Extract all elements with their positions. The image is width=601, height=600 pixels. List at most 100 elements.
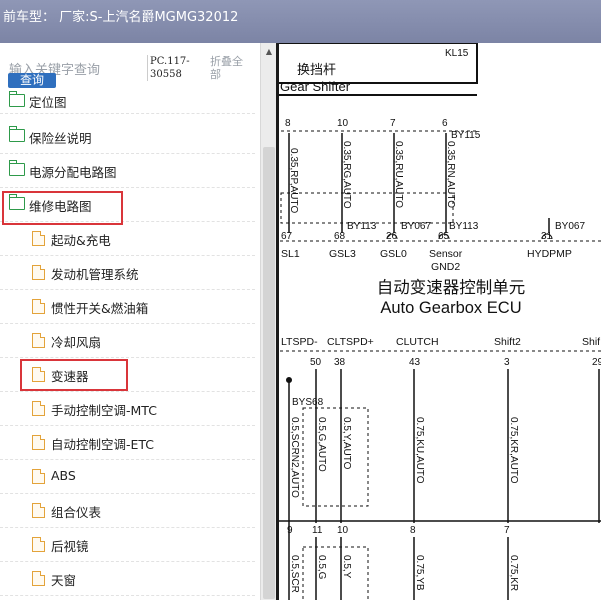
- ecu-pin: 38: [334, 357, 346, 368]
- connector-by067: BY067: [401, 221, 431, 232]
- wire-label: 0.5,SCR: [289, 555, 300, 593]
- ecu-signal: Sensor: [429, 248, 463, 260]
- wire-label: 0.5,G,AUTO: [316, 417, 327, 472]
- wiring-diagram: KL15 换挡杆 Gear Shifter 8 10 7 6 BY115 0.3…: [279, 43, 601, 600]
- tree-item-label: 自动控制空调-ETC: [51, 437, 155, 452]
- ecu-pin: 65: [438, 231, 450, 242]
- document-icon: [32, 401, 45, 416]
- lower-pin: 10: [337, 525, 349, 536]
- document-icon: [32, 537, 45, 552]
- connector-by115: BY115: [451, 130, 481, 141]
- connector-bys68: BYS68: [292, 397, 324, 408]
- ecu-pin: 31: [541, 231, 553, 242]
- tree-item-label: 冷却风扇: [51, 335, 102, 350]
- ecu-en-label: Auto Gearbox ECU: [380, 299, 521, 317]
- shifter-pin: 10: [337, 118, 349, 129]
- tree-item-manual-ac[interactable]: 手动控制空调-MTC: [0, 392, 255, 426]
- ecu-signal: CLTSPD+: [327, 336, 374, 348]
- ecu-signal: GSL3: [329, 248, 356, 260]
- sidebar-content: 输入关键字查询 查询 PC.117-30558 折叠全部 定位图 保险丝说明 电…: [0, 43, 260, 600]
- title-bar: 前车型： 厂家:S-上汽名爵MGMG32012: [0, 0, 601, 43]
- ecu-signal: CLUTCH: [396, 336, 439, 348]
- wire-label: 0.5,SCRN2,AUTO: [289, 417, 300, 498]
- folder-icon: [9, 91, 25, 107]
- shifter-connector-label: KL15: [445, 48, 469, 59]
- ecu-signal: Shift2: [494, 336, 521, 348]
- wire-label: 0.75,KU,AUTO: [414, 417, 425, 484]
- tree-item-label: ABS: [51, 468, 76, 483]
- scroll-up-arrow-icon[interactable]: ▲: [261, 47, 277, 56]
- wire-label: 0.35,RN,AUTO: [445, 141, 456, 208]
- ecu-pin: 68: [334, 231, 346, 242]
- wire-label: 0.75,KR,AUTO: [508, 417, 519, 484]
- wire-label: 0.35,RP,AUTO: [288, 148, 299, 213]
- tree-item-label: 后视镜: [51, 539, 89, 554]
- tree-item-location[interactable]: 定位图: [0, 88, 255, 114]
- tree-item-inertia-switch[interactable]: 惯性开关&燃油箱: [0, 290, 255, 324]
- tree-item-label: 手动控制空调-MTC: [51, 403, 157, 418]
- ecu-signal: GND2: [431, 261, 460, 273]
- folder-icon: [9, 160, 25, 176]
- shifter-pin: 8: [285, 118, 291, 129]
- tree-item-start-charge[interactable]: 起动&充电: [0, 222, 255, 256]
- shifter-pin: 7: [390, 118, 396, 129]
- shifter-cn-label: 换挡杆: [297, 62, 336, 77]
- document-icon: [32, 571, 45, 586]
- tree-item-power-distribution[interactable]: 电源分配电路图: [0, 154, 255, 188]
- tree-item-label: 天窗: [51, 573, 77, 588]
- tree-item-cooling-fan[interactable]: 冷却风扇: [0, 324, 255, 358]
- ecu-signal: LTSPD-: [281, 336, 318, 348]
- connector-by113: BY113: [449, 221, 479, 232]
- connector-by067: BY067: [555, 221, 585, 232]
- ecu-pin: 3: [504, 357, 510, 368]
- ecu-signal: Shif: [582, 336, 600, 348]
- document-icon: [32, 265, 45, 280]
- lower-pin: 9: [287, 525, 293, 536]
- tree-item-sunroof[interactable]: 天窗: [0, 562, 255, 596]
- wiring-diagram-view[interactable]: KL15 换挡杆 Gear Shifter 8 10 7 6 BY115 0.3…: [276, 43, 601, 600]
- wire-label: 0.5,Y,AUTO: [341, 417, 352, 470]
- ecu-pin: 43: [409, 357, 421, 368]
- highlight-box: [2, 191, 123, 225]
- wire-label: 0.75,KR: [508, 555, 519, 591]
- tree-item-label: 组合仪表: [51, 505, 102, 520]
- scrollbar-thumb[interactable]: [263, 147, 275, 599]
- sidebar: 输入关键字查询 查询 PC.117-30558 折叠全部 定位图 保险丝说明 电…: [0, 43, 277, 600]
- collapse-all-link[interactable]: 折叠全部: [210, 55, 250, 81]
- tree-item-fuse[interactable]: 保险丝说明: [0, 120, 255, 154]
- shifter-pin: 6: [442, 118, 448, 129]
- tree-item-label: 保险丝说明: [29, 131, 92, 146]
- tree-item-engine-management[interactable]: 发动机管理系统: [0, 256, 255, 290]
- wire-label: 0.5,Y: [341, 555, 352, 579]
- tree-item-label: 电源分配电路图: [29, 165, 117, 180]
- connector-by113: BY113: [347, 221, 377, 232]
- wire-label: 0.35,RU,AUTO: [393, 141, 404, 208]
- document-icon: [32, 231, 45, 246]
- tree-item-label: 惯性开关&燃油箱: [51, 301, 149, 316]
- lower-pin: 11: [312, 525, 323, 536]
- ecu-signal: HYDPMP: [527, 248, 572, 260]
- pc-label: PC.117-30558: [147, 55, 200, 81]
- lower-pin: 8: [410, 525, 416, 536]
- search-button[interactable]: 查询: [8, 73, 56, 88]
- document-icon: [32, 469, 45, 484]
- lower-pin: 7: [504, 525, 510, 536]
- tree-item-auto-ac[interactable]: 自动控制空调-ETC: [0, 426, 255, 460]
- ecu-pin: 26: [386, 231, 398, 242]
- document-icon: [32, 333, 45, 348]
- ecu-signal: GSL0: [380, 248, 407, 260]
- ecu-pin: 29: [592, 357, 601, 368]
- tree-item-instrument-cluster[interactable]: 组合仪表: [0, 494, 255, 528]
- ecu-pin: 67: [281, 231, 293, 242]
- tree-item-mirrors[interactable]: 后视镜: [0, 528, 255, 562]
- tree-item-abs[interactable]: ABS: [0, 460, 255, 494]
- ecu-cn-label: 自动变速器控制单元: [377, 278, 526, 297]
- highlight-box: [20, 359, 128, 391]
- document-icon: [32, 503, 45, 518]
- tree-item-label: 发动机管理系统: [51, 267, 139, 282]
- wire-label: 0.75,YB: [414, 555, 425, 591]
- ecu-pin: 50: [310, 357, 322, 368]
- tree-item-label: 定位图: [29, 95, 67, 110]
- document-icon: [32, 435, 45, 450]
- sidebar-scrollbar[interactable]: ▲: [260, 43, 277, 600]
